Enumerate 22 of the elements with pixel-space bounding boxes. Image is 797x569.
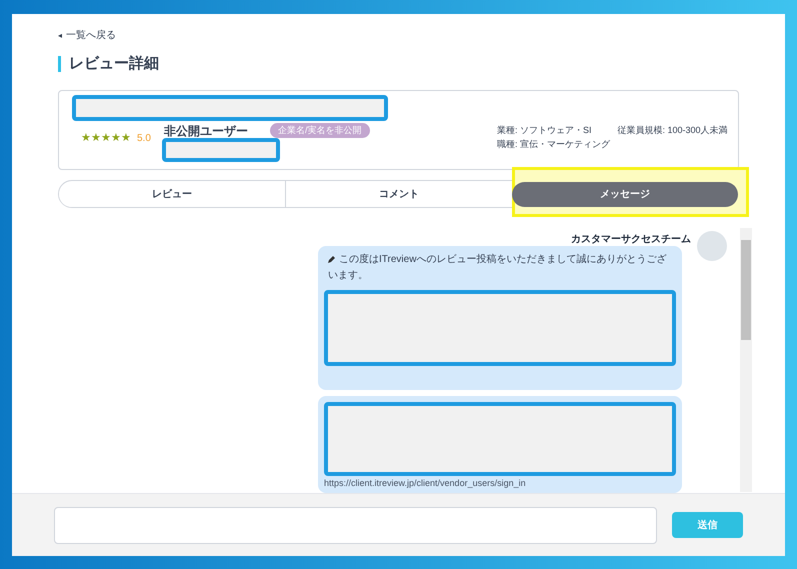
- back-link[interactable]: ◂ 一覧へ戻る: [58, 28, 739, 43]
- job-text: 職種: 宣伝・マーケティング: [497, 138, 612, 150]
- message-input[interactable]: [54, 506, 658, 544]
- page-title: レビュー詳細: [69, 54, 159, 74]
- tab[interactable]: メッセージ: [512, 182, 738, 206]
- reviewer-name: 非公開ユーザー: [164, 122, 248, 140]
- avatar-placeholder: [697, 231, 727, 261]
- scrollbar[interactable]: [740, 228, 752, 492]
- company-size-text: 従業員規模: 100-300人未満: [618, 124, 728, 136]
- caret-icon: ◂: [58, 30, 62, 42]
- star-icon: ★: [111, 132, 121, 144]
- star-icon: ★: [91, 132, 101, 144]
- anonymous-badge: 企業名/実名を非公開: [270, 122, 370, 138]
- star-icon: ★: [121, 132, 131, 144]
- star-icon: ★: [101, 132, 111, 144]
- industry-text: 業種: ソフトウェア・SI: [497, 124, 592, 136]
- sender-name: カスタマーサクセスチーム: [571, 233, 691, 247]
- star-icon: ★: [81, 132, 91, 144]
- rating-score: 5.0: [137, 132, 151, 146]
- link[interactable]: https://client.itreview.jp/client/vendor_users/sign_in: [324, 477, 676, 490]
- message-text: この度はITreviewへのレビュー投稿をいただきまして誠にありがとうございます。: [327, 252, 668, 283]
- pencil-icon: [328, 255, 336, 264]
